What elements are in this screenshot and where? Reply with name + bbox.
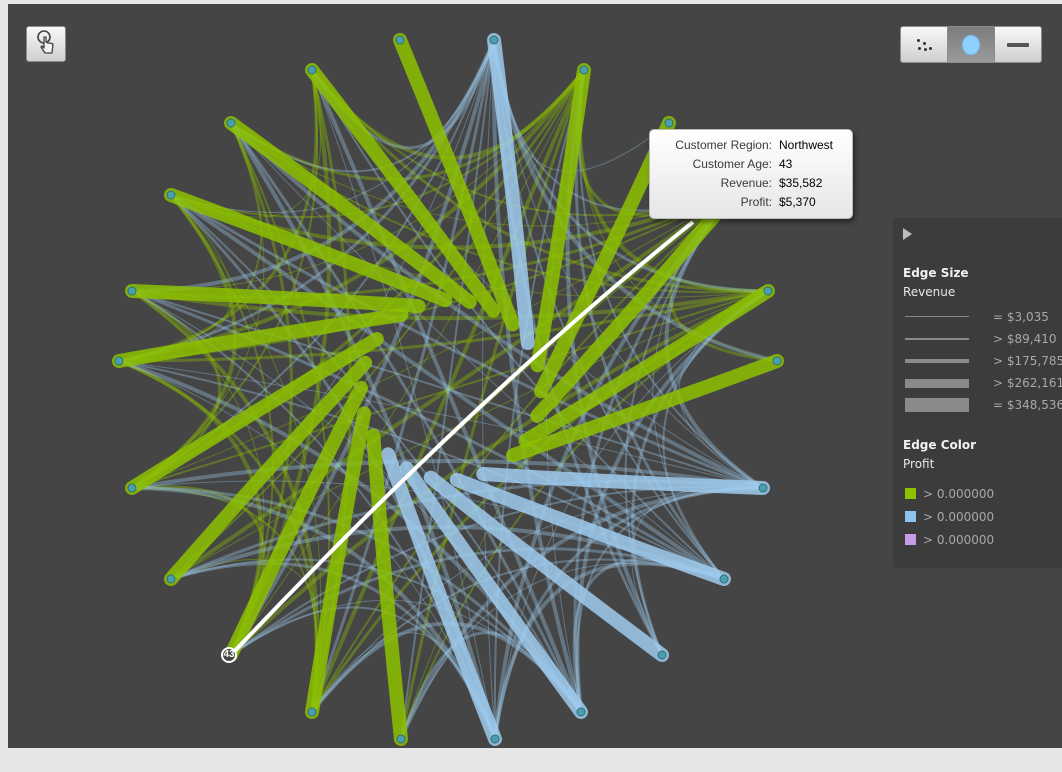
graph-node[interactable] [576, 707, 586, 717]
edge-color-item: > 0.000000 [903, 509, 1062, 525]
scatter-mode-button[interactable] [900, 26, 948, 63]
color-swatch [905, 534, 916, 545]
edge[interactable] [572, 558, 726, 714]
edge-size-title: Edge Size [903, 266, 969, 280]
graph-canvas[interactable]: Customer Region: Northwest Customer Age:… [8, 4, 1062, 748]
tooltip-key: Customer Age: [692, 157, 772, 171]
graph-node[interactable] [719, 574, 729, 584]
tooltip-key: Profit: [740, 195, 772, 209]
tooltip-key: Customer Region: [675, 138, 772, 152]
tooltip-value: Northwest [779, 138, 834, 152]
edge[interactable] [576, 486, 764, 713]
graph-node[interactable] [490, 734, 500, 744]
edge-color-title: Edge Color [903, 438, 977, 452]
graph-node[interactable] [127, 483, 137, 493]
graph-node[interactable] [166, 190, 176, 200]
graph-node[interactable] [489, 35, 499, 45]
tooltip-row: Profit: $5,370 [650, 193, 846, 212]
legend-panel: Edge Size Revenue = $3,035 > $89,410 > $… [893, 218, 1062, 568]
tooltip-row: Revenue: $35,582 [650, 174, 846, 193]
graph-node[interactable] [664, 118, 674, 128]
collapse-arrow-icon[interactable] [903, 228, 912, 240]
edge-color-item: > 0.000000 [903, 532, 1062, 548]
color-swatch [905, 488, 916, 499]
select-tool-button[interactable] [26, 26, 66, 62]
edge-color-item: > 0.000000 [903, 486, 1062, 502]
graph-node[interactable] [396, 734, 406, 744]
tooltip-value: 43 [779, 157, 793, 171]
color-swatch [905, 511, 916, 522]
graph-node[interactable] [395, 35, 405, 45]
dots-icon [916, 38, 932, 52]
view-mode-toggle [900, 26, 1042, 63]
selected-node-label[interactable]: 43 [221, 647, 237, 663]
line-mode-button[interactable] [994, 26, 1042, 63]
line-icon [1007, 42, 1029, 47]
graph-node[interactable] [307, 707, 317, 717]
graph-node[interactable] [657, 650, 667, 660]
edge-size-item: > $175,785 [903, 353, 1062, 369]
node-tooltip: Customer Region: Northwest Customer Age:… [649, 129, 853, 219]
edge-size-measure: Revenue [903, 285, 956, 299]
tooltip-row: Customer Region: Northwest [650, 136, 846, 155]
tooltip-value: $5,370 [779, 195, 816, 209]
graph-node[interactable] [114, 356, 124, 366]
tooltip-value: $35,582 [779, 176, 823, 190]
edge-size-item: = $3,035 [903, 309, 1062, 325]
edge-size-item: > $89,410 [903, 331, 1062, 347]
graph-node[interactable] [763, 286, 773, 296]
edge-size-item: > $262,161 [903, 375, 1062, 391]
edge-size-item: = $348,536 [903, 397, 1062, 413]
graph-node[interactable] [307, 65, 317, 75]
circle-icon [962, 34, 980, 55]
graph-node[interactable] [772, 356, 782, 366]
graph-node[interactable] [127, 286, 137, 296]
pointer-hand-icon [35, 29, 57, 59]
tooltip-key: Revenue: [720, 176, 772, 190]
circle-mode-button[interactable] [947, 26, 995, 63]
edge-color-measure: Profit [903, 457, 935, 471]
tooltip-row: Customer Age: 43 [650, 155, 846, 174]
graph-node[interactable] [758, 483, 768, 493]
graph-node[interactable] [579, 65, 589, 75]
graph-node[interactable] [226, 118, 236, 128]
graph-node[interactable] [166, 574, 176, 584]
